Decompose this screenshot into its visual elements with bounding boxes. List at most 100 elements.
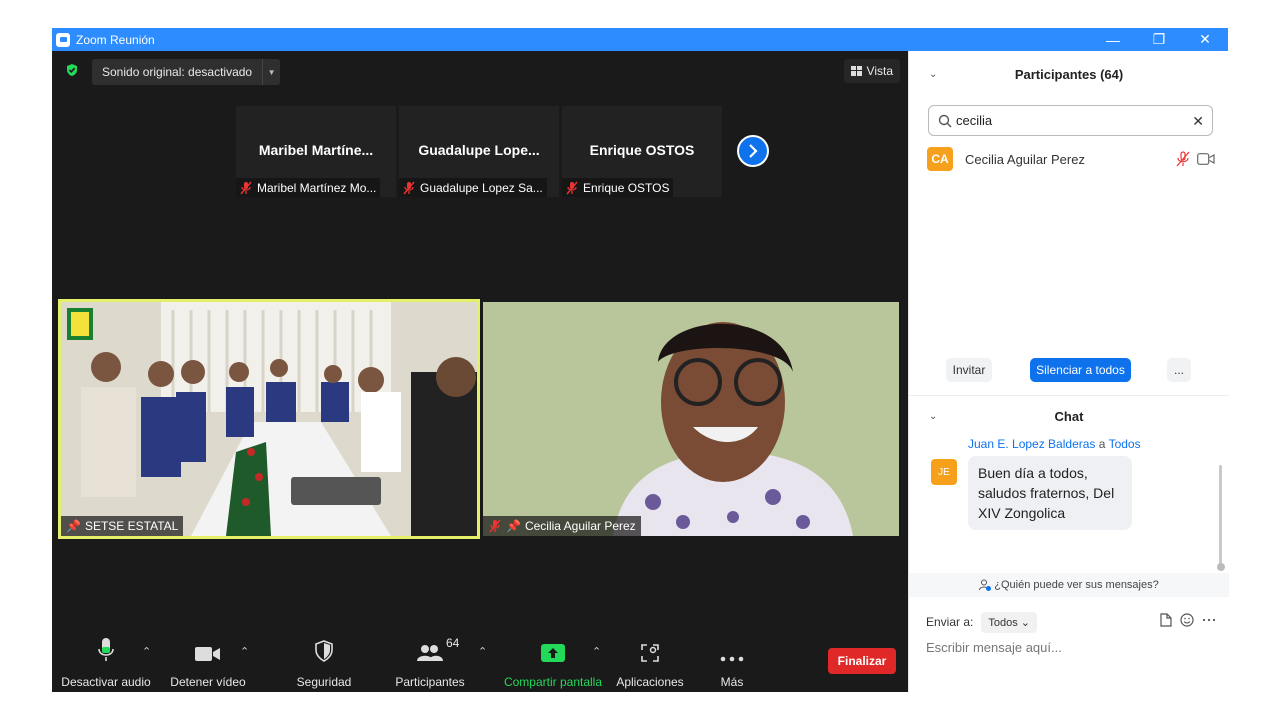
avatar: JE [931,459,957,485]
recipient-value: Todos [988,616,1018,629]
title-bar: Zoom Reunión — ❐ ✕ [52,28,1228,51]
window-title: Zoom Reunión [76,32,155,47]
video-camera-icon[interactable] [1197,153,1215,165]
participants-icon [417,645,443,661]
chat-title: Chat [1054,408,1084,424]
search-icon [938,114,952,127]
pin-icon: 📌 [66,519,81,533]
chat-scrollbar[interactable] [1219,465,1222,567]
video-tile-name: Cecilia Aguilar Perez [524,519,636,533]
video-tile-label: 📌 Cecilia Aguilar Perez [483,516,641,536]
participant-label: Guadalupe Lopez Sa... [420,180,543,195]
participant-name: Maribel Martíne... [258,142,374,158]
share-screen-icon [541,644,565,662]
video-options-caret[interactable]: ⌃ [240,645,249,658]
clear-search-icon[interactable]: ✕ [1192,113,1204,130]
video-tile-cecilia[interactable]: 📌 Cecilia Aguilar Perez [483,302,899,536]
more-dots-icon[interactable] [1202,613,1216,627]
participant-row[interactable]: CA Cecilia Aguilar Perez [927,147,1217,171]
view-label: Vista [866,64,893,78]
next-page-button[interactable] [737,135,769,167]
participant-video [483,302,899,536]
muted-mic-icon[interactable] [1175,151,1191,167]
side-panel: ⌄ Participantes (64) cecilia ✕ CA Cecili… [908,51,1229,692]
security-label: Seguridad [296,675,352,689]
who-can-see-link[interactable]: ¿Quién puede ver sus mensajes? [909,573,1229,597]
chat-sender[interactable]: Juan E. Lopez Balderas [968,437,1095,451]
avatar: CA [927,147,953,171]
security-button[interactable]: Seguridad [284,632,364,692]
pin-icon: 📌 [506,519,521,533]
participant-label: Enrique OSTOS [583,180,670,195]
microphone-icon [98,638,114,661]
chat-message-input[interactable]: Escribir mensaje aquí... [926,640,1062,655]
restore-button[interactable]: ❐ [1136,28,1182,51]
chat-to-word: a [1098,437,1106,451]
participants-actions: Invitar Silenciar a todos ... [909,358,1229,382]
minimize-button[interactable]: — [1090,28,1136,51]
video-tile-setse[interactable]: 📌 SETSE ESTATAL [58,299,480,539]
more-options-button[interactable]: ... [1167,358,1191,382]
participants-count: 64 [446,636,460,650]
who-can-see-label: ¿Quién puede ver sus mensajes? [994,579,1159,591]
video-tile-name: SETSE ESTATAL [84,519,179,533]
apps-label: Aplicaciones [616,675,684,689]
send-to-row: Enviar a: Todos ⌄ [926,609,1216,635]
share-screen-label: Compartir pantalla [503,675,603,689]
emoji-icon[interactable] [1180,613,1194,627]
meeting-area: Sonido original: desactivado ▼ Vista Mar… [52,51,908,692]
audio-options-caret[interactable]: ⌃ [142,645,151,658]
participant-search-input[interactable]: cecilia ✕ [928,105,1213,136]
zoom-logo-icon [56,32,70,47]
close-window-button[interactable]: ✕ [1182,28,1228,51]
search-value: cecilia [956,113,993,128]
grid-view-icon [850,66,862,76]
muted-mic-icon [403,181,415,194]
participant-name: Cecilia Aguilar Perez [965,151,1085,167]
conference-room-video [61,302,477,536]
participant-thumbnail[interactable]: Guadalupe Lope... Guadalupe Lopez Sa... [399,106,559,197]
send-to-label: Enviar a: [926,615,974,629]
chat-header: ⌄ Chat [909,403,1229,429]
collapse-participants-chevron-icon[interactable]: ⌄ [929,69,937,80]
video-tile-label: 📌 SETSE ESTATAL [61,516,184,536]
participant-thumbnail[interactable]: Enrique OSTOS Enrique OSTOS [562,106,722,197]
muted-mic-icon [240,181,252,194]
chat-sender-line: Juan E. Lopez Balderas a Todos [968,437,1141,451]
participants-header: ⌄ Participantes (64) [909,51,1229,97]
share-options-caret[interactable]: ⌃ [592,645,601,658]
end-meeting-button[interactable]: Finalizar [828,648,896,674]
original-sound-toggle[interactable]: Sonido original: desactivado ▼ [92,59,281,85]
participant-name: Guadalupe Lope... [418,142,540,158]
chevron-down-icon[interactable]: ▼ [262,59,280,85]
encryption-shield-icon[interactable] [65,63,79,77]
participants-button[interactable]: 64 Participantes [388,632,472,692]
security-shield-icon [315,640,333,662]
participants-options-caret[interactable]: ⌃ [478,645,487,658]
meeting-toolbar: Desactivar audio ⌃ Detener vídeo ⌃ Segur… [52,632,908,692]
file-icon[interactable] [1160,613,1172,627]
chevron-down-icon: ⌄ [1020,616,1030,629]
scroll-handle[interactable] [1217,563,1225,571]
invite-button[interactable]: Invitar [946,358,992,382]
collapse-chat-chevron-icon[interactable]: ⌄ [929,411,937,422]
participant-thumbnails: Maribel Martíne... Maribel Martínez Mo..… [236,106,722,197]
participant-name: Enrique OSTOS [589,142,695,158]
stop-video-button[interactable]: Detener vídeo [162,632,254,692]
muted-mic-icon [566,181,578,194]
muted-mic-icon [489,519,501,533]
apps-button[interactable]: Aplicaciones [612,632,688,692]
share-screen-button[interactable]: Compartir pantalla [498,632,608,692]
participant-thumbnail[interactable]: Maribel Martíne... Maribel Martínez Mo..… [236,106,396,197]
more-button[interactable]: Más [702,632,762,692]
video-camera-icon [195,647,220,661]
mute-all-button[interactable]: Silenciar a todos [1030,358,1131,382]
original-sound-label: Sonido original: desactivado [102,65,253,79]
mute-audio-label: Desactivar audio [61,675,151,689]
more-label: Más [720,675,744,689]
recipient-dropdown[interactable]: Todos ⌄ [981,611,1037,633]
participants-label: Participantes [395,675,465,689]
participants-title: Participantes (64) [1014,66,1124,82]
mute-audio-button[interactable]: Desactivar audio [60,632,152,692]
view-button[interactable]: Vista [843,59,900,83]
